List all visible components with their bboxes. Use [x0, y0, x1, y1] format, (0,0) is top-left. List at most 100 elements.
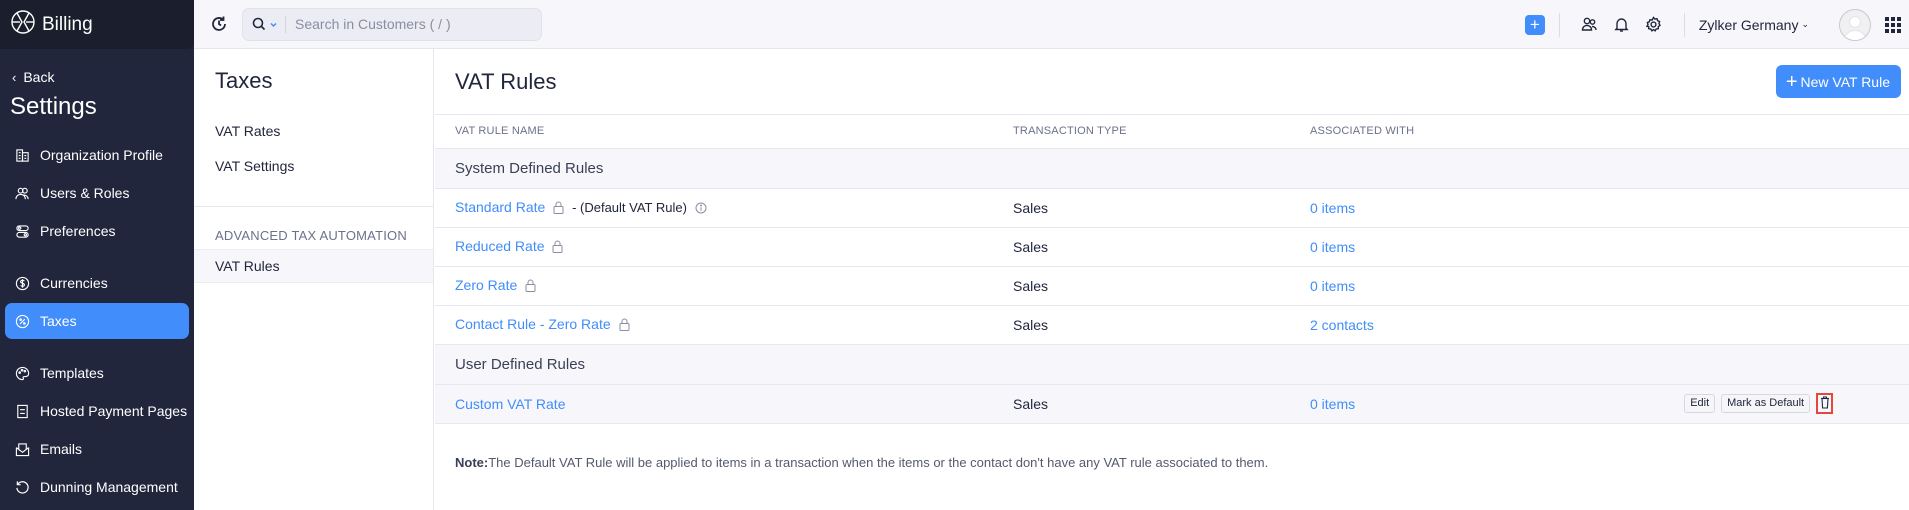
rule-name-link[interactable]: Zero Rate	[455, 277, 517, 293]
sidebar-item-label: Emails	[40, 441, 83, 457]
plus-icon: +	[1529, 14, 1540, 34]
undo-icon	[14, 479, 30, 495]
subnav-title: Taxes	[215, 68, 273, 93]
app-name: Billing	[42, 13, 93, 35]
group-row: User Defined Rules	[435, 344, 1909, 385]
table-row: Reduced Rate Sales 0 items	[435, 227, 1909, 267]
column-header-actions	[1498, 115, 1909, 149]
subnav-item-vat-settings[interactable]: VAT Settings	[194, 149, 433, 184]
rule-name-link[interactable]: Reduced Rate	[455, 238, 545, 254]
rule-name-link[interactable]: Standard Rate	[455, 199, 545, 215]
associated-link[interactable]: 0 items	[1310, 396, 1355, 412]
subnav-item-vat-rates[interactable]: VAT Rates	[194, 114, 433, 149]
sidebar-item-templates[interactable]: Templates	[5, 355, 189, 391]
rule-name-link[interactable]: Contact Rule - Zero Rate	[455, 316, 611, 332]
sidebar-item-label: Taxes	[40, 313, 77, 329]
sidebar-item-label: Organization Profile	[40, 147, 163, 163]
lock-icon	[552, 240, 563, 256]
transaction-type: Sales	[1013, 266, 1310, 306]
topbar: + Zylker Germany ⌄	[194, 0, 1909, 49]
column-header-associated-with: ASSOCIATED WITH	[1310, 115, 1499, 149]
chevron-down-icon	[270, 22, 277, 27]
users-icon	[14, 185, 30, 201]
back-link[interactable]: ‹ Back	[0, 69, 194, 85]
table-row: Zero Rate Sales 0 items	[435, 266, 1909, 306]
brand[interactable]: Billing	[0, 0, 194, 49]
table-row: Contact Rule - Zero Rate Sales 2 contact…	[435, 305, 1909, 345]
sidebar-item-currencies[interactable]: Currencies	[5, 265, 189, 301]
subnav-section-label: ADVANCED TAX AUTOMATION	[215, 228, 407, 243]
page-title: VAT Rules	[455, 68, 557, 94]
currency-icon	[14, 275, 30, 291]
rule-name-link[interactable]: Custom VAT Rate	[455, 396, 565, 412]
chevron-left-icon: ‹	[12, 69, 17, 85]
lock-icon	[619, 318, 630, 334]
notifications-icon[interactable]	[1612, 15, 1632, 35]
note-text: The Default VAT Rule will be applied to …	[488, 454, 1269, 470]
lock-icon	[553, 201, 564, 217]
referral-icon[interactable]	[1580, 15, 1600, 35]
page-icon	[14, 403, 30, 419]
sidebar-item-hosted-payment-pages[interactable]: Hosted Payment Pages	[5, 393, 189, 429]
email-icon	[14, 441, 30, 457]
preferences-icon	[14, 223, 30, 239]
plus-icon: +	[1785, 70, 1798, 93]
sidebar-item-label: Templates	[40, 365, 104, 381]
sidebar-item-organization-profile[interactable]: Organization Profile	[5, 137, 189, 173]
info-icon[interactable]	[695, 201, 707, 217]
group-label: System Defined Rules	[435, 148, 1909, 189]
transaction-type: Sales	[1013, 188, 1310, 228]
new-vat-rule-label: New VAT Rule	[1800, 73, 1890, 90]
sidebar-item-label: Currencies	[40, 275, 108, 291]
settings-gear-icon[interactable]	[1644, 15, 1664, 35]
associated-link[interactable]: 0 items	[1310, 278, 1355, 294]
associated-link[interactable]: 2 contacts	[1310, 317, 1374, 333]
associated-link[interactable]: 0 items	[1310, 239, 1355, 255]
new-vat-rule-button[interactable]: + New VAT Rule	[1775, 65, 1901, 98]
note: Note:The Default VAT Rule will be applie…	[435, 455, 1909, 470]
column-header-transaction-type: TRANSACTION TYPE	[1013, 115, 1310, 149]
sidebar-item-label: Users & Roles	[40, 185, 130, 201]
app-launcher-icon[interactable]	[1885, 16, 1901, 33]
avatar[interactable]	[1839, 8, 1871, 41]
sidebar-item-emails[interactable]: Emails	[5, 431, 189, 467]
transaction-type: Sales	[1013, 227, 1310, 267]
group-row: System Defined Rules	[435, 148, 1909, 189]
mark-as-default-button[interactable]: Mark as Default	[1721, 394, 1811, 413]
transaction-type: Sales	[1013, 384, 1310, 424]
row-actions: Edit Mark as Default	[1498, 384, 1909, 424]
sidebar-item-label: Preferences	[40, 223, 116, 239]
sidebar-item-users-roles[interactable]: Users & Roles	[5, 175, 189, 211]
divider	[1683, 12, 1685, 37]
taxes-subnav: Taxes VAT Rates VAT Settings ADVANCED TA…	[194, 49, 434, 510]
search-icon	[252, 17, 266, 31]
quick-create-button[interactable]: +	[1524, 14, 1545, 35]
chevron-down-icon: ⌄	[1801, 19, 1809, 29]
lock-icon	[525, 279, 536, 295]
sidebar-item-taxes[interactable]: Taxes	[5, 303, 189, 339]
vat-rules-table: VAT RULE NAME TRANSACTION TYPE ASSOCIATE…	[435, 115, 1909, 424]
column-header-name: VAT RULE NAME	[435, 115, 1013, 149]
sidebar-item-dunning-management[interactable]: Dunning Management	[5, 469, 189, 505]
note-prefix: Note:	[455, 454, 489, 470]
sidebar-item-preferences[interactable]: Preferences	[5, 213, 189, 249]
divider	[1558, 12, 1560, 37]
sidebar: Billing ‹ Back Settings Organization Pro…	[0, 0, 194, 510]
default-rule-label: - (Default VAT Rule)	[572, 199, 687, 215]
transaction-type: Sales	[1013, 305, 1310, 345]
search-input[interactable]	[286, 16, 526, 32]
edit-button[interactable]: Edit	[1684, 394, 1716, 413]
building-icon	[14, 147, 30, 163]
page-header: VAT Rules + New VAT Rule	[435, 49, 1909, 115]
subnav-item-vat-rules[interactable]: VAT Rules	[194, 249, 433, 283]
search-scope-dropdown[interactable]	[243, 15, 286, 33]
delete-button[interactable]	[1816, 393, 1833, 414]
palette-icon	[14, 365, 30, 381]
associated-link[interactable]: 0 items	[1310, 200, 1355, 216]
recent-activity-icon[interactable]	[208, 13, 230, 35]
trash-icon	[1820, 396, 1829, 409]
billing-logo-icon	[10, 9, 36, 40]
table-header-row: VAT RULE NAME TRANSACTION TYPE ASSOCIATE…	[435, 115, 1909, 149]
topbar-actions: + Zylker Germany ⌄	[1524, 0, 1909, 49]
organization-switcher[interactable]: Zylker Germany ⌄	[1699, 17, 1809, 33]
